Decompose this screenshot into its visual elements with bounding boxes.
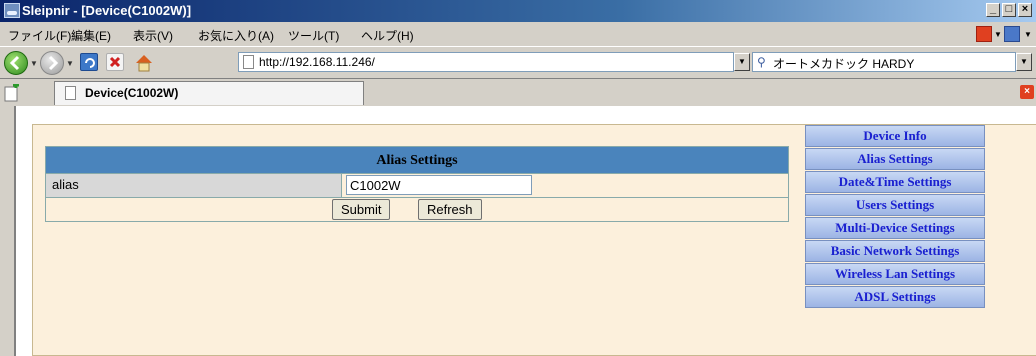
refresh-button[interactable]: Refresh xyxy=(418,199,482,220)
menu-favorites[interactable]: お気に入り(A) xyxy=(198,27,274,44)
minimize-button[interactable]: _ xyxy=(986,3,1000,17)
nav-multi-device-settings[interactable]: Multi-Device Settings xyxy=(805,217,985,239)
content-panel: Alias Settings alias Submit Refresh Devi… xyxy=(32,124,1036,356)
maximize-button[interactable]: □ xyxy=(1002,3,1016,17)
menu-file[interactable]: ファイル(F) xyxy=(8,27,71,44)
window-title: Sleipnir - [Device(C1002W)] xyxy=(22,3,192,18)
close-all-dropdown-icon[interactable]: ▼ xyxy=(994,30,1002,39)
forward-arrow-icon[interactable] xyxy=(40,51,64,75)
address-dropdown-icon[interactable]: ▼ xyxy=(734,53,750,71)
address-bar[interactable]: http://192.168.11.246/ xyxy=(238,52,734,72)
nav-wireless-lan-settings[interactable]: Wireless Lan Settings xyxy=(805,263,985,285)
home-icon[interactable] xyxy=(134,53,152,72)
reload-icon[interactable] xyxy=(80,53,98,71)
new-tab-icon[interactable] xyxy=(4,82,20,102)
sleipnir-app-icon[interactable] xyxy=(4,3,20,18)
nav-alias-settings[interactable]: Alias Settings xyxy=(805,148,985,170)
alias-label: alias xyxy=(46,174,342,197)
nav-adsl-settings[interactable]: ADSL Settings xyxy=(805,286,985,308)
nav-basic-network-settings[interactable]: Basic Network Settings xyxy=(805,240,985,262)
alias-settings-table: Alias Settings alias Submit Refresh xyxy=(45,146,789,222)
menu-tools[interactable]: ツール(T) xyxy=(288,27,339,44)
close-tab-icon[interactable]: × xyxy=(1020,85,1034,99)
search-icon[interactable]: ⚲ xyxy=(757,55,766,69)
stop-icon[interactable] xyxy=(106,53,124,71)
menu-view[interactable]: 表示(V) xyxy=(133,27,173,44)
search-input[interactable]: オートメカドック HARDY xyxy=(773,55,914,72)
page-viewport: Alias Settings alias Submit Refresh Devi… xyxy=(14,106,1036,356)
window-list-dropdown-icon[interactable]: ▼ xyxy=(1024,30,1032,39)
page-icon xyxy=(243,55,254,69)
tab-device[interactable]: Device(C1002W) xyxy=(54,81,364,105)
tab-bar: Device(C1002W) × xyxy=(0,78,1036,107)
back-arrow-icon[interactable] xyxy=(4,51,28,75)
alias-table-header: Alias Settings xyxy=(45,146,789,174)
back-dropdown-icon[interactable]: ▼ xyxy=(30,59,38,68)
address-url[interactable]: http://192.168.11.246/ xyxy=(259,55,375,69)
alias-row: alias xyxy=(45,174,789,198)
forward-dropdown-icon[interactable]: ▼ xyxy=(66,59,74,68)
tab-label: Device(C1002W) xyxy=(85,86,179,100)
menu-help[interactable]: ヘルプ(H) xyxy=(361,27,414,44)
window-title-bar: Sleipnir - [Device(C1002W)] _ □ × xyxy=(0,0,1036,22)
nav-device-info[interactable]: Device Info xyxy=(805,125,985,147)
nav-date-time-settings[interactable]: Date&Time Settings xyxy=(805,171,985,193)
search-box[interactable]: ⚲ オートメカドック HARDY xyxy=(752,52,1016,72)
tab-page-icon xyxy=(65,86,76,100)
search-dropdown-icon[interactable]: ▼ xyxy=(1016,53,1032,71)
window-list-icon[interactable] xyxy=(1004,26,1020,42)
menu-bar: ファイル(F) 編集(E) 表示(V) お気に入り(A) ツール(T) ヘルプ(… xyxy=(0,22,1036,46)
alias-value-cell xyxy=(342,174,788,197)
submit-button[interactable]: Submit xyxy=(332,199,391,220)
alias-actions-row: Submit Refresh xyxy=(45,198,789,222)
menu-edit[interactable]: 編集(E) xyxy=(71,27,111,44)
navigation-toolbar: ▼ ▼ http://192.168.11.246/ ▼ ⚲ オートメカドック … xyxy=(0,46,1036,79)
nav-users-settings[interactable]: Users Settings xyxy=(805,194,985,216)
settings-nav: Device Info Alias Settings Date&Time Set… xyxy=(805,125,985,309)
alias-input[interactable] xyxy=(346,175,532,195)
close-all-icon[interactable] xyxy=(976,26,992,42)
close-window-button[interactable]: × xyxy=(1018,3,1032,17)
